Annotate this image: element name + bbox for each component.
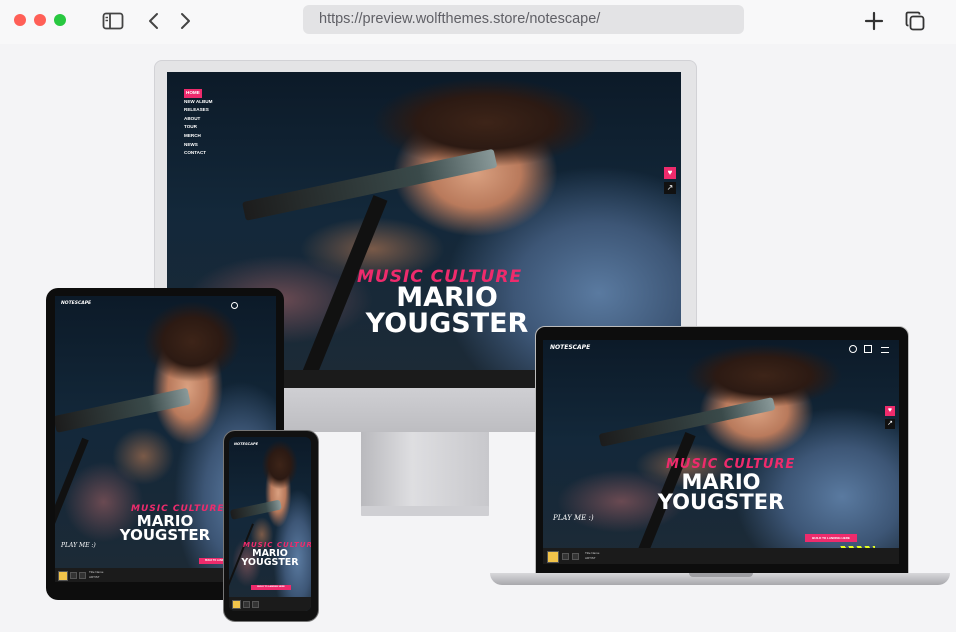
play-button[interactable] xyxy=(58,571,68,581)
prev-button[interactable] xyxy=(70,572,77,579)
track-artist: ARTIST xyxy=(89,575,100,579)
browser-toolbar: https://preview.wolfthemes.store/notesca… xyxy=(0,0,956,44)
nav-item-home[interactable]: HOME xyxy=(184,89,202,98)
nav-item-about[interactable]: ABOUT xyxy=(184,115,212,124)
laptop-player-bar: Title Name ARTIST xyxy=(543,548,899,564)
close-window-button[interactable] xyxy=(14,14,26,26)
nav-item-merch[interactable]: MERCH xyxy=(184,132,212,141)
hero-title-line2: YOUGSTER xyxy=(119,526,211,544)
cart-side-icon[interactable]: ♥ xyxy=(885,406,895,416)
phone-screen: NOTESCAPE MUSIC CULTURE MARIO YOUGSTER B… xyxy=(229,437,311,611)
play-button[interactable] xyxy=(547,551,559,563)
prev-button[interactable] xyxy=(562,553,569,560)
track-artist: ARTIST xyxy=(585,556,596,560)
search-icon[interactable] xyxy=(849,345,857,353)
cart-icon[interactable] xyxy=(864,345,872,353)
site-logo: NOTESCAPE xyxy=(550,344,591,351)
cart-icon[interactable]: ♥ xyxy=(664,167,676,179)
menu-icon[interactable] xyxy=(881,347,889,353)
track-title: Title Name xyxy=(585,551,600,555)
monitor-foot xyxy=(361,506,489,516)
nav-item-tour[interactable]: TOUR xyxy=(184,123,212,132)
back-icon[interactable] xyxy=(143,10,165,32)
next-button[interactable] xyxy=(572,553,579,560)
nav-item-new-album[interactable]: NEW ALBUM xyxy=(184,98,212,107)
play-me-label: PLAY ME :) xyxy=(553,514,594,522)
address-bar[interactable]: https://preview.wolfthemes.store/notesca… xyxy=(303,5,744,34)
site-logo: NOTESCAPE xyxy=(61,301,92,306)
hero-title-line2: YOUGSTER xyxy=(657,490,785,514)
nav-item-releases[interactable]: RELEASES xyxy=(184,106,212,115)
cta-button[interactable]: BUILD TO LANDING HERE xyxy=(805,534,857,542)
next-button[interactable] xyxy=(252,601,259,608)
menu-icon[interactable] xyxy=(231,302,238,309)
minimize-window-button[interactable] xyxy=(34,14,46,26)
sidebar-icon[interactable] xyxy=(102,10,124,32)
hero-title-line2: YOUGSTER xyxy=(241,557,299,568)
laptop-screen: NOTESCAPE ♥ ↗ MUSIC CULTURE MARIO YOUGST… xyxy=(543,340,899,564)
track-title: Title Name xyxy=(89,570,104,574)
forward-icon[interactable] xyxy=(174,10,196,32)
share-icon[interactable]: ↗ xyxy=(664,182,676,194)
next-button[interactable] xyxy=(79,572,86,579)
site-nav: HOME NEW ALBUM RELEASES ABOUT TOUR MERCH… xyxy=(184,89,212,158)
share-icon[interactable]: ↗ xyxy=(885,419,895,429)
cta-button[interactable]: BUILD TO LANDING HERE xyxy=(251,585,291,590)
hero-title-line1: MARIO xyxy=(396,282,498,313)
site-logo: NOTESCAPE xyxy=(234,442,259,446)
phone-player-bar xyxy=(229,597,311,611)
play-button[interactable] xyxy=(232,600,241,609)
nav-item-news[interactable]: NEWS xyxy=(184,141,212,150)
laptop-notch xyxy=(689,573,753,577)
maximize-window-button[interactable] xyxy=(54,14,66,26)
nav-item-contact[interactable]: CONTACT xyxy=(184,149,212,158)
prev-button[interactable] xyxy=(243,601,250,608)
play-me-label: PLAY ME :) xyxy=(61,542,96,549)
new-tab-icon[interactable] xyxy=(863,10,885,32)
tabs-icon[interactable] xyxy=(904,10,926,32)
